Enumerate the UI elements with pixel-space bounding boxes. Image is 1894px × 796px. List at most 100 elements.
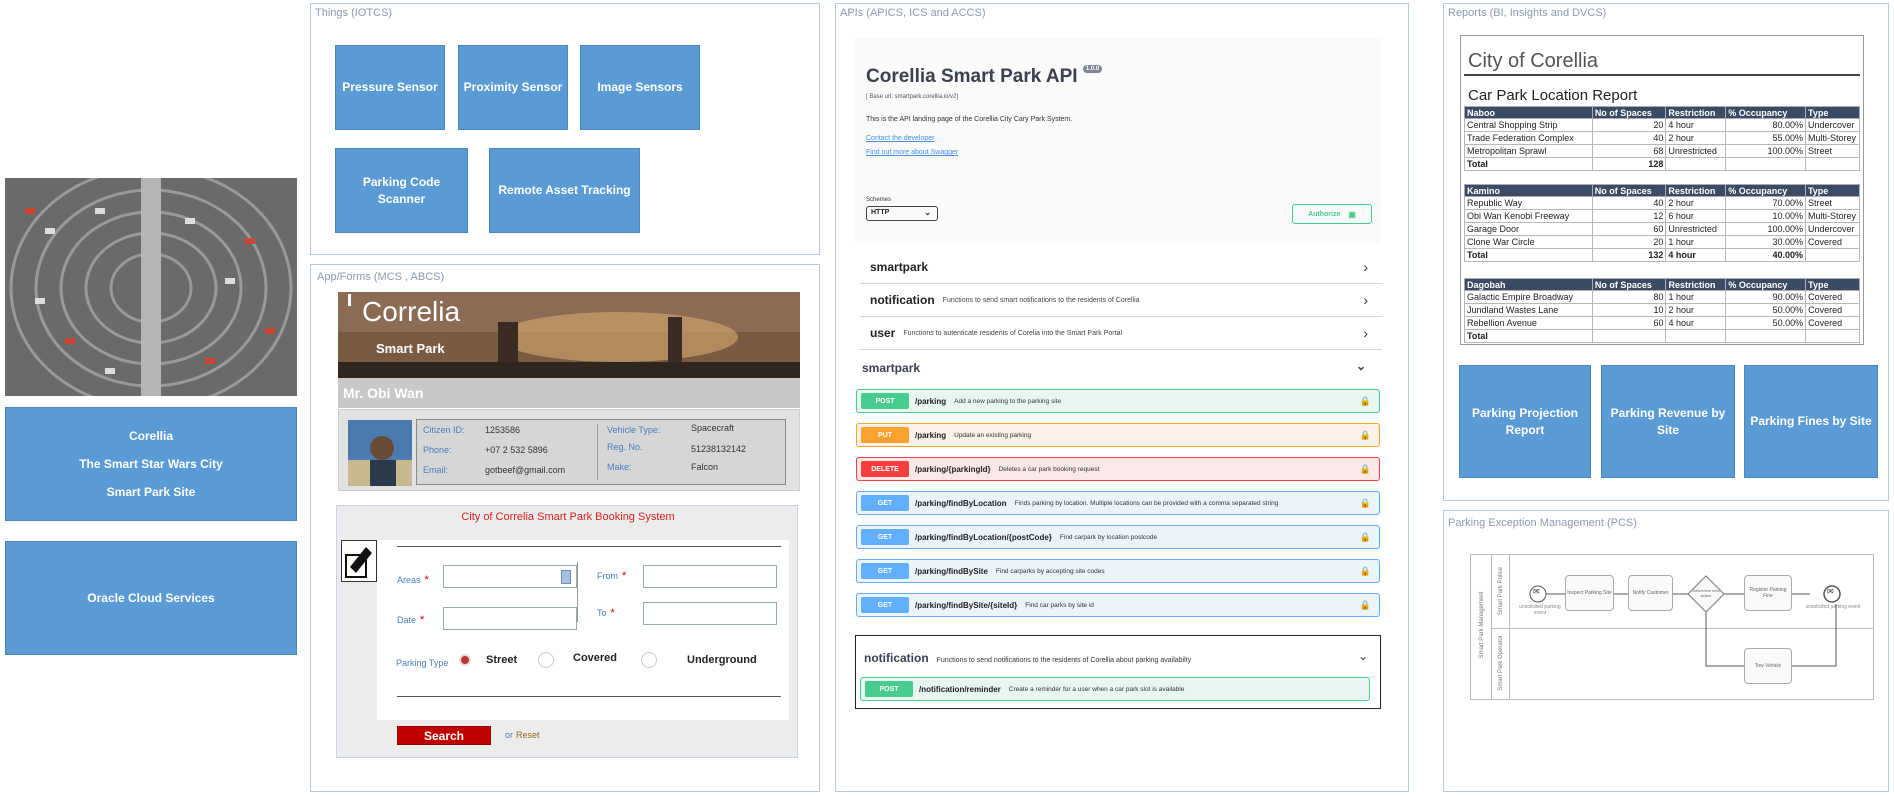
lock-icon: 🔒 [1359, 395, 1371, 406]
total-cell: 128 [1591, 157, 1667, 171]
report-header-cell[interactable]: Restriction [1665, 278, 1727, 291]
report-city-rule [1464, 74, 1860, 76]
table-cell: Covered [1805, 316, 1860, 330]
endpoint-row[interactable]: GET/parking/findBySite/{siteId} Find car … [856, 593, 1380, 617]
report-header-cell[interactable]: Restriction [1665, 106, 1727, 119]
table-cell: Jundland Wastes Lane [1464, 303, 1593, 317]
contact-developer-link[interactable]: Contact the developer [866, 135, 935, 142]
areas-input[interactable] [443, 565, 577, 588]
proximity-sensor-box[interactable]: Proximity Sensor [458, 45, 568, 130]
smartpark-section-name: smartpark [862, 361, 921, 375]
make-value: Falcon [691, 462, 719, 472]
reset-link[interactable]: Reset [516, 730, 540, 740]
radio-underground[interactable] [641, 652, 657, 668]
report-header-cell[interactable]: % Occupancy [1725, 184, 1806, 197]
required-marker: * [424, 574, 429, 586]
search-button[interactable]: Search [397, 726, 491, 745]
tile-parking-projection[interactable]: Parking Projection Report [1459, 365, 1591, 478]
table-cell: 90.00% [1725, 290, 1807, 304]
proximity-sensor-label: Proximity Sensor [463, 80, 563, 95]
remote-asset-tracking-label: Remote Asset Tracking [498, 183, 631, 198]
endpoint-notification-reminder[interactable]: POST /notification/reminder Create a rem… [860, 677, 1370, 701]
smartpark-section-header[interactable]: smartpark ⌄ [862, 359, 1376, 375]
radio-street-label: Street [486, 654, 518, 666]
swagger-link[interactable]: Find out more about Swagger [866, 149, 958, 156]
bpmn-flow [1529, 575, 1841, 667]
report-header-cell[interactable]: % Occupancy [1725, 106, 1806, 119]
report-header-cell[interactable]: % Occupancy [1725, 278, 1807, 291]
endpoint-row[interactable]: DELETE/parking/{parkingId} Deletes a car … [856, 457, 1380, 481]
total-cell: 132 [1591, 248, 1667, 262]
api-group-smartpark[interactable]: smartpark › [860, 251, 1382, 284]
bpmn-task-label: Notify Customer [1632, 590, 1669, 596]
city-info-box: Corellia The Smart Star Wars City Smart … [5, 407, 297, 521]
report-header-cell[interactable]: No of Spaces [1591, 278, 1667, 291]
table-row: Metropolitan Sprawl 68 Unrestricted 100.00%… [1464, 144, 1861, 158]
bpmn-task-label: Register Parking Fine [1749, 587, 1787, 599]
pressure-sensor-box[interactable]: Pressure Sensor [335, 45, 445, 130]
bpmn-end-event-label: unsolicited parking event [1805, 604, 1861, 610]
banner-subtitle: Smart Park [376, 341, 445, 356]
endpoint-row[interactable]: GET/parking/findBySite Find carparks by a… [856, 559, 1380, 583]
form-rule-top [397, 546, 781, 547]
report-header-cell[interactable]: Naboo [1464, 106, 1593, 119]
parking-code-scanner-label: Parking Code Scanner [362, 175, 441, 206]
table-cell: Covered [1805, 290, 1860, 304]
date-label-text: Date [397, 615, 417, 625]
endpoint-row[interactable]: GET/parking/findByLocation Finds parking … [856, 491, 1380, 515]
city-name: Corellia [128, 428, 173, 443]
api-group-user[interactable]: user Functions to autenticate residents … [860, 317, 1382, 350]
radio-street[interactable] [459, 654, 471, 666]
version-badge: 1.0.0 [1082, 65, 1103, 73]
parking-code-scanner-box[interactable]: Parking Code Scanner [335, 148, 468, 233]
to-input[interactable] [643, 602, 777, 625]
remote-asset-tracking-box[interactable]: Remote Asset Tracking [489, 148, 640, 233]
image-sensors-box[interactable]: Image Sensors [580, 45, 700, 130]
total-row: Total 128 [1464, 157, 1861, 171]
report-header-cell[interactable]: Dagobah [1464, 278, 1593, 291]
report-header-cell[interactable]: Kamino [1464, 184, 1593, 197]
lock-icon: 🔒 [1359, 429, 1371, 440]
lock-icon: 🔒 [1359, 463, 1371, 474]
api-group-desc: Functions to send smart notifications to… [942, 296, 1140, 304]
report-header-cell[interactable]: Type [1804, 106, 1861, 119]
api-heading: Corellia Smart Park API 1.0.0 [866, 65, 1103, 88]
table-row: Obi Wan Kenobi Freeway 12 6 hour 10.00% Mult… [1464, 209, 1861, 223]
report-header-cell[interactable]: No of Spaces [1591, 106, 1667, 119]
scheme-select[interactable]: HTTP ⌄ [866, 206, 938, 221]
user-name: Mr. Obi Wan [343, 385, 424, 401]
from-label: From * [597, 570, 626, 582]
table-row: Garage Door 60 Unrestricted 100.00% Undercov… [1464, 222, 1861, 236]
endpoint-row[interactable]: PUT/parking Update an existing parking 🔒 [856, 423, 1380, 447]
bpmn-pool-label: Smart Park Management [1479, 591, 1485, 659]
report-header-cell[interactable]: No of Spaces [1591, 184, 1667, 197]
tile-parking-fines[interactable]: Parking Fines by Site [1744, 365, 1878, 478]
radio-covered[interactable] [538, 652, 554, 668]
table-cell: Republic Way [1464, 196, 1593, 210]
api-group-notification[interactable]: notification Functions to send smart not… [860, 284, 1382, 317]
table-cell: 2 hour [1665, 131, 1727, 145]
required-marker: * [622, 570, 627, 582]
table-cell: 60 [1591, 316, 1667, 330]
to-label: To * [597, 607, 615, 619]
search-button-label: Search [423, 729, 465, 743]
image-sensors-label: Image Sensors [597, 80, 683, 95]
report-header-cell[interactable]: Type [1805, 278, 1860, 291]
tile-parking-revenue[interactable]: Parking Revenue by Site [1601, 365, 1735, 478]
authorize-button[interactable]: Authorize ▣ [1292, 204, 1372, 224]
table-cell: 10.00% [1725, 209, 1806, 223]
api-base-url: [ Base url: smartpark.corellia.io/v2] [866, 94, 959, 100]
endpoint-row[interactable]: GET/parking/findByLocation/{postCode} Fin… [856, 525, 1380, 549]
endpoint-row[interactable]: POST/parking Add a new parking to the par… [856, 389, 1380, 413]
report-header-cell[interactable]: Type [1804, 184, 1861, 197]
lock-icon: 🔒 [1359, 497, 1371, 508]
report-header-cell[interactable]: Restriction [1665, 184, 1727, 197]
from-input[interactable] [643, 565, 777, 588]
notification-section-header[interactable]: notification Functions to send notificat… [864, 649, 1374, 665]
date-input[interactable] [443, 607, 577, 630]
areas-dropdown-handle[interactable] [561, 570, 571, 584]
notification-section-name: notification [864, 651, 929, 665]
schemes-label: Schemes [866, 197, 892, 203]
bpmn-task-inspect: Inspect Parking Site [1565, 575, 1614, 611]
endpoint-path: /parking/findByLocation/{postCode} [915, 532, 1052, 542]
